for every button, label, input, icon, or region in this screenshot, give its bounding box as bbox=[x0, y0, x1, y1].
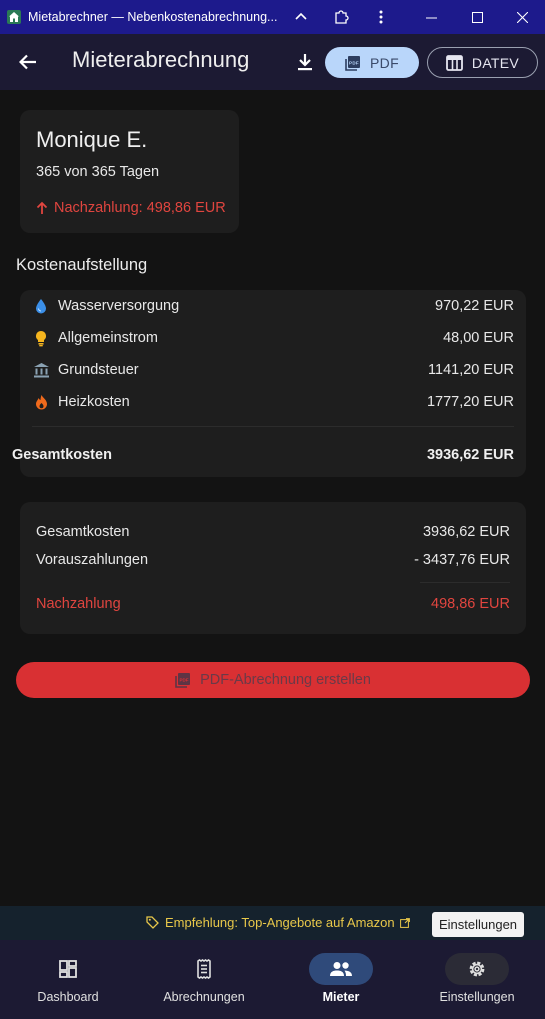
summary-value: - 3437,76 EUR bbox=[414, 552, 510, 568]
minimize-button[interactable] bbox=[408, 0, 454, 34]
pdf-icon: PDF bbox=[175, 673, 191, 688]
nav-label: Einstellungen bbox=[439, 990, 515, 1004]
nav-icon-container bbox=[36, 953, 100, 985]
cost-value: 970,22 EUR bbox=[435, 298, 514, 314]
pdf-icon: PDF bbox=[345, 55, 361, 71]
summary-card: Gesamtkosten 3936,62 EUR Vorauszahlungen… bbox=[20, 502, 526, 634]
nav-label: Abrechnungen bbox=[163, 990, 245, 1004]
maximize-button[interactable] bbox=[454, 0, 500, 34]
datev-export-button[interactable]: DATEV bbox=[427, 47, 538, 78]
costs-section-title: Kostenaufstellung bbox=[16, 256, 148, 274]
divider bbox=[32, 426, 514, 427]
datev-export-label: DATEV bbox=[471, 54, 520, 71]
maximize-icon bbox=[471, 11, 483, 23]
cost-label: Grundsteuer bbox=[58, 362, 139, 378]
more-icon bbox=[379, 10, 383, 24]
nav-item-dashboard[interactable]: Dashboard bbox=[0, 940, 136, 1019]
cost-row: Wasserversorgung 970,22 EUR bbox=[20, 290, 526, 322]
close-icon bbox=[516, 11, 528, 23]
cost-label: Heizkosten bbox=[58, 394, 130, 410]
flame-icon bbox=[32, 393, 50, 411]
nav-item-abrechnungen[interactable]: Abrechnungen bbox=[136, 940, 272, 1019]
ad-link[interactable]: Empfehlung: Top-Angebote auf Amazon bbox=[146, 915, 410, 930]
cost-row: Heizkosten 1777,20 EUR bbox=[20, 386, 526, 418]
nav-item-mieter[interactable]: Mieter bbox=[273, 940, 409, 1019]
tenant-name: Monique E. bbox=[36, 127, 148, 152]
svg-text:PDF: PDF bbox=[180, 678, 189, 683]
external-link-icon bbox=[399, 917, 410, 928]
summary-value: 3936,62 EUR bbox=[422, 524, 510, 540]
minimize-icon bbox=[425, 17, 437, 18]
pdf-export-button[interactable]: PDF PDF bbox=[325, 47, 419, 78]
dashboard-icon bbox=[59, 960, 77, 978]
arrow-up-icon bbox=[36, 201, 48, 214]
cost-label: Allgemeinstrom bbox=[58, 330, 158, 346]
bottom-navigation: Dashboard Abrechnungen Mieter Einstellun… bbox=[0, 940, 545, 1019]
summary-result-label: Nachzahlung bbox=[36, 596, 121, 612]
nav-icon-container bbox=[445, 953, 509, 985]
more-button[interactable] bbox=[358, 0, 404, 34]
app-home-icon bbox=[7, 10, 21, 24]
gear-icon bbox=[469, 961, 485, 977]
tag-icon bbox=[146, 916, 159, 929]
nav-item-einstellungen[interactable]: Einstellungen bbox=[409, 940, 545, 1019]
cost-value: 1777,20 EUR bbox=[426, 394, 514, 410]
costs-total-value: 3936,62 EUR bbox=[426, 447, 514, 463]
cost-row: Grundsteuer 1141,20 EUR bbox=[20, 354, 526, 386]
summary-result-value: 498,86 EUR bbox=[431, 596, 510, 612]
app-bar: Mieterabrechnung PDF PDF DATEV bbox=[0, 34, 545, 90]
create-pdf-label: PDF-Abrechnung erstellen bbox=[200, 672, 371, 688]
cost-row: Allgemeinstrom 48,00 EUR bbox=[20, 322, 526, 354]
tenant-due-status: Nachzahlung: 498,86 EUR bbox=[36, 200, 226, 216]
ad-settings-button[interactable]: Einstellungen bbox=[432, 912, 524, 937]
cost-value: 1141,20 EUR bbox=[428, 362, 514, 378]
summary-label: Vorauszahlungen bbox=[36, 552, 149, 568]
download-button[interactable] bbox=[290, 48, 320, 76]
nav-label: Dashboard bbox=[37, 990, 99, 1004]
svg-text:PDF: PDF bbox=[349, 60, 359, 65]
table-icon bbox=[446, 54, 463, 71]
tenant-days: 365 von 365 Tagen bbox=[36, 164, 160, 180]
bank-icon bbox=[32, 361, 50, 379]
summary-label: Gesamtkosten bbox=[36, 524, 130, 540]
divider bbox=[420, 582, 510, 583]
close-button[interactable] bbox=[499, 0, 545, 34]
lightbulb-icon bbox=[32, 329, 50, 347]
cost-label: Wasserversorgung bbox=[58, 298, 180, 314]
cost-value: 48,00 EUR bbox=[443, 330, 514, 346]
window-title: Mietabrechner — Nebenkostenabrechnung... bbox=[28, 10, 278, 24]
tenant-due-text: Nachzahlung: 498,86 EUR bbox=[54, 200, 226, 216]
create-pdf-button[interactable]: PDF PDF-Abrechnung erstellen bbox=[16, 662, 530, 698]
receipt-icon bbox=[197, 959, 211, 979]
people-icon bbox=[330, 962, 352, 976]
pin-icon bbox=[295, 12, 307, 20]
back-button[interactable] bbox=[14, 48, 42, 76]
download-icon bbox=[298, 54, 312, 71]
pdf-export-label: PDF bbox=[370, 54, 399, 71]
extension-icon bbox=[335, 10, 349, 24]
ad-text: Empfehlung: Top-Angebote auf Amazon bbox=[165, 915, 395, 930]
nav-icon-container bbox=[309, 953, 373, 985]
arrow-back-icon bbox=[19, 54, 36, 70]
window-titlebar: Mietabrechner — Nebenkostenabrechnung... bbox=[0, 0, 545, 34]
page-title: Mieterabrechnung bbox=[72, 47, 250, 72]
tenant-card: Monique E. 365 von 365 Tagen Nachzahlung… bbox=[20, 110, 239, 233]
nav-label: Mieter bbox=[322, 990, 360, 1004]
costs-total-label: Gesamtkosten bbox=[12, 447, 112, 463]
water-drop-icon bbox=[32, 297, 50, 315]
nav-icon-container bbox=[172, 953, 236, 985]
